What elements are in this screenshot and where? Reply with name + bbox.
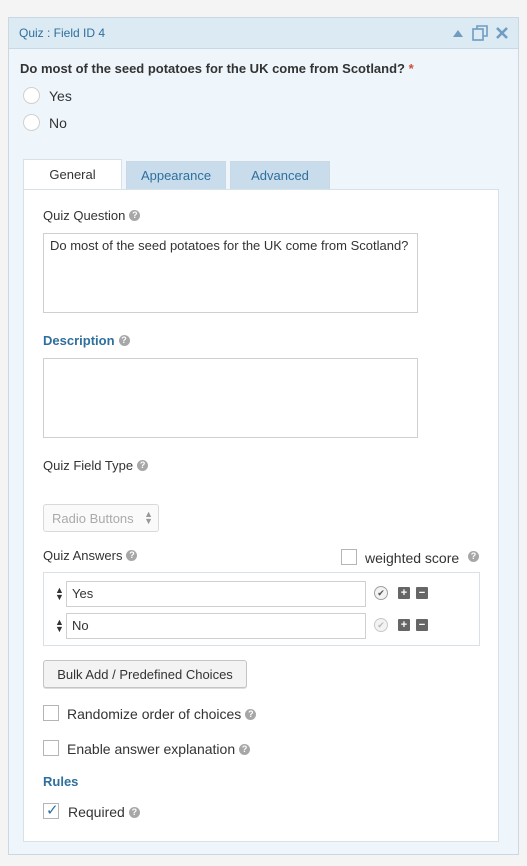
field-type-value: Radio Buttons <box>52 511 134 526</box>
required-checkbox[interactable]: ✓ <box>43 802 59 819</box>
preview-choice-label: No <box>49 114 67 131</box>
weighted-score-label: weighted score <box>365 550 460 566</box>
required-label: Required ? <box>68 804 140 820</box>
description-input[interactable] <box>43 358 418 438</box>
randomize-label: Randomize order of choices ? <box>67 706 257 722</box>
answer-row: ▲ ▼ Yes ✔ + − <box>44 581 479 607</box>
collapse-icon[interactable] <box>450 25 466 41</box>
help-icon[interactable]: ? <box>126 550 138 561</box>
drag-handle-icon[interactable]: ▲ ▼ <box>55 618 64 634</box>
required-label-text: Required <box>68 804 125 820</box>
answer-row: ▲ ▼ No ✔ + − <box>44 613 479 639</box>
settings-tabs: General Appearance Advanced <box>23 159 334 191</box>
close-icon[interactable] <box>494 25 510 41</box>
description-label-text: Description <box>43 333 115 348</box>
explanation-checkbox[interactable] <box>43 740 59 756</box>
checkmark-icon: ✓ <box>46 802 59 819</box>
quiz-answers-label-text: Quiz Answers <box>43 548 123 563</box>
correct-answer-toggle[interactable]: ✔ <box>374 586 388 600</box>
preview-question: Do most of the seed potatoes for the UK … <box>20 61 414 76</box>
answer-input[interactable]: Yes <box>66 581 366 607</box>
answers-list: ▲ ▼ Yes ✔ + − ▲ ▼ No ✔ + − <box>43 572 480 646</box>
panel-title: Quiz : Field ID 4 <box>19 26 106 40</box>
explanation-label: Enable answer explanation ? <box>67 741 251 757</box>
quiz-question-input[interactable]: Do most of the seed potatoes for the UK … <box>43 233 418 313</box>
explanation-label-text: Enable answer explanation <box>67 741 236 757</box>
select-arrows-icon: ▲ ▼ <box>144 509 153 526</box>
answer-input[interactable]: No <box>66 613 366 639</box>
help-icon[interactable]: ? <box>239 743 251 755</box>
description-label: Description ? <box>43 333 130 348</box>
weighted-score-checkbox[interactable] <box>341 549 357 565</box>
quiz-question-label: Quiz Question ? <box>43 208 141 223</box>
field-panel: Quiz : Field ID 4 Do most of the seed po… <box>8 17 519 855</box>
correct-answer-toggle[interactable]: ✔ <box>374 618 388 632</box>
required-star: * <box>408 61 414 76</box>
remove-choice-icon[interactable]: − <box>416 587 428 599</box>
help-icon[interactable]: ? <box>468 551 479 562</box>
randomize-label-text: Randomize order of choices <box>67 706 242 722</box>
tab-general[interactable]: General <box>23 159 122 189</box>
drag-handle-icon[interactable]: ▲ ▼ <box>55 586 64 602</box>
help-icon[interactable]: ? <box>118 335 130 346</box>
add-choice-icon[interactable]: + <box>398 587 410 599</box>
preview-choice-yes[interactable]: Yes <box>23 87 72 104</box>
bulk-add-button[interactable]: Bulk Add / Predefined Choices <box>43 660 247 688</box>
tab-appearance[interactable]: Appearance <box>126 161 226 189</box>
tab-advanced[interactable]: Advanced <box>230 161 330 189</box>
remove-choice-icon[interactable]: − <box>416 619 428 631</box>
help-icon[interactable]: ? <box>129 210 141 221</box>
radio-yes[interactable] <box>23 87 40 104</box>
help-icon[interactable]: ? <box>245 708 257 720</box>
general-settings: Quiz Question ? Do most of the seed pota… <box>23 189 499 842</box>
help-icon[interactable]: ? <box>128 806 140 818</box>
duplicate-icon[interactable] <box>472 25 488 41</box>
quiz-question-label-text: Quiz Question <box>43 208 126 223</box>
preview-question-text: Do most of the seed potatoes for the UK … <box>20 61 405 76</box>
preview-choice-label: Yes <box>49 87 72 104</box>
field-type-label: Quiz Field Type ? <box>43 458 149 473</box>
field-type-select[interactable]: Radio Buttons ▲ ▼ <box>43 504 159 532</box>
quiz-answers-label: Quiz Answers ? <box>43 548 138 563</box>
help-icon[interactable]: ? <box>137 460 149 471</box>
add-choice-icon[interactable]: + <box>398 619 410 631</box>
rules-heading: Rules <box>43 774 79 789</box>
field-type-label-text: Quiz Field Type <box>43 458 134 473</box>
panel-header[interactable]: Quiz : Field ID 4 <box>9 18 518 49</box>
preview-choice-no[interactable]: No <box>23 114 67 131</box>
radio-no[interactable] <box>23 114 40 131</box>
randomize-checkbox[interactable] <box>43 705 59 721</box>
